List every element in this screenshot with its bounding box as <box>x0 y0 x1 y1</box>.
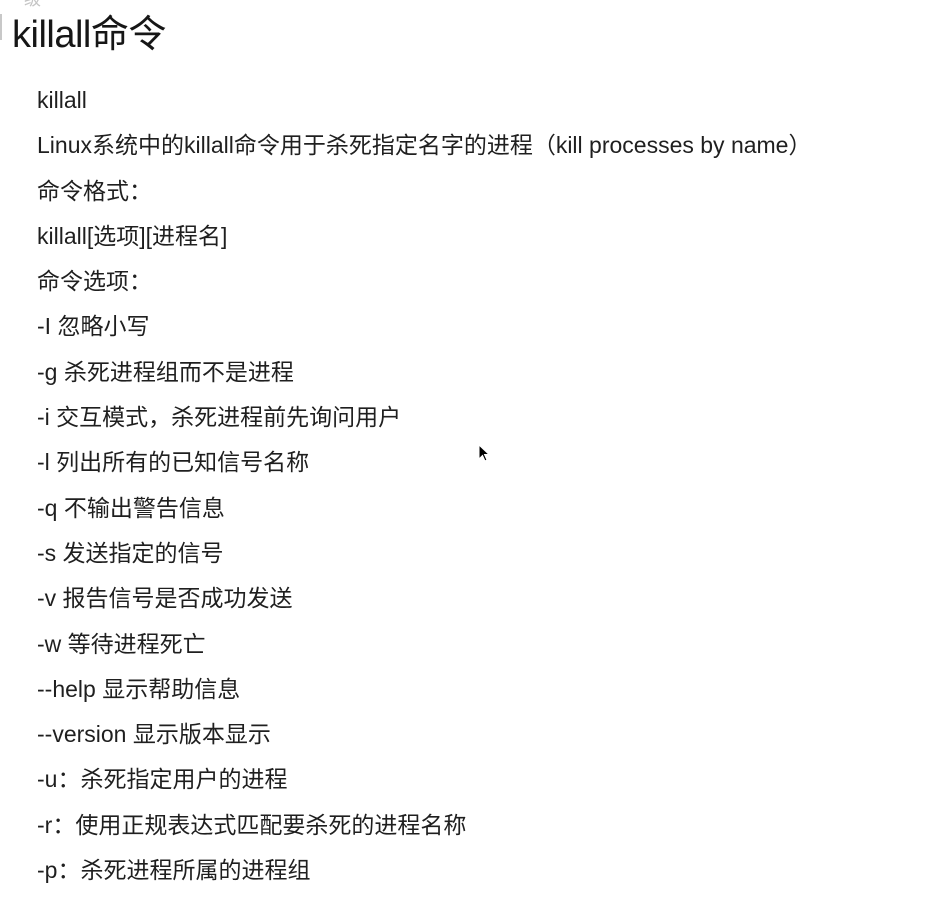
option-item: -v 报告信号是否成功发送 <box>37 585 293 612</box>
document-body: killall Linux系统中的killall命令用于杀死指定名字的进程（ki… <box>37 78 927 893</box>
left-edge-divider <box>0 14 2 40</box>
option-item: --help 显示帮助信息 <box>37 675 241 702</box>
option-item: -i 交互模式，杀死进程前先询问用户 <box>37 404 402 431</box>
option-item: -s 发送指定的信号 <box>37 539 224 566</box>
option-item: -p：杀死进程所属的进程组 <box>37 857 311 884</box>
option-item: -q 不输出警告信息 <box>37 494 225 521</box>
line-format-syntax: killall[选项][进程名] <box>37 222 228 249</box>
cropped-heading-fragment: 级 <box>24 0 41 10</box>
mouse-pointer-icon <box>478 444 490 462</box>
option-item: -I 忽略小写 <box>37 313 150 340</box>
option-item: -u：杀死指定用户的进程 <box>37 766 288 793</box>
option-item: --version 显示版本显示 <box>37 721 271 748</box>
option-item: -r：使用正规表达式匹配要杀死的进程名称 <box>37 811 467 838</box>
option-item: -g 杀死进程组而不是进程 <box>37 358 294 385</box>
line-description: Linux系统中的killall命令用于杀死指定名字的进程（kill proce… <box>37 132 812 159</box>
line-format-heading: 命令格式： <box>37 177 152 204</box>
line-options-heading: 命令选项： <box>37 268 152 295</box>
line-command-name: killall <box>37 87 87 113</box>
option-item: -w 等待进程死亡 <box>37 630 206 657</box>
page-title: killall命令 <box>12 14 166 56</box>
